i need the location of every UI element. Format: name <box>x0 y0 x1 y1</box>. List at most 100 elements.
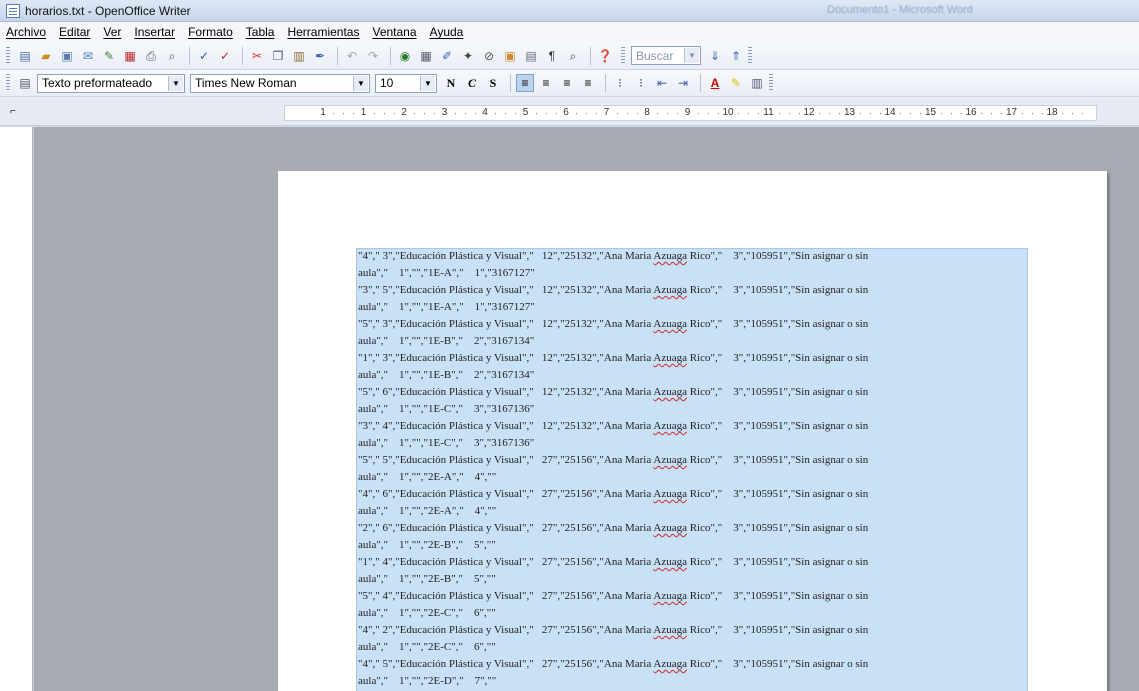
ruler-dot <box>778 113 780 114</box>
menu-tabla[interactable]: Tabla <box>246 25 275 39</box>
document-line: "4"," 6","Educación Plástica y Visual","… <box>358 489 868 500</box>
line-text: aula"," 1","","2E-A"," 4","" <box>358 505 497 517</box>
decrease-indent-icon[interactable]: ⇤ <box>653 74 671 92</box>
font-size-select[interactable]: 10 ▼ <box>375 73 437 93</box>
export-pdf-icon[interactable]: ▦ <box>121 47 139 65</box>
ruler-dot <box>535 113 537 114</box>
ruler-dot <box>991 113 993 114</box>
ruler-dot <box>555 113 557 114</box>
gallery-icon[interactable]: ▣ <box>501 47 519 65</box>
ruler-tick: 17 <box>1005 107 1018 118</box>
ruler-tick: 2 <box>401 107 407 118</box>
edit-file-icon[interactable]: ✎ <box>100 47 118 65</box>
toolbar-handle[interactable] <box>748 46 752 65</box>
line-text: aula"," 1","","1E-A"," 1","3167127" <box>358 267 535 279</box>
tab-stop-selector[interactable]: ⌐ <box>10 106 16 117</box>
zoom-icon[interactable]: ⌕ <box>564 47 582 65</box>
formatting-marks-icon[interactable]: ¶ <box>543 47 561 65</box>
bullets-icon[interactable]: ⁝ <box>632 74 650 92</box>
document-page[interactable]: "4"," 3","Educación Plástica y Visual","… <box>278 171 1107 691</box>
search-input[interactable]: Buscar ▼ <box>631 46 701 65</box>
data-sources-icon[interactable]: ▤ <box>522 47 540 65</box>
highlight-icon[interactable]: ✎ <box>727 74 745 92</box>
open-folder-icon[interactable]: ▰ <box>37 47 55 65</box>
misspelled-word: Azuaga <box>653 318 687 330</box>
ruler-dot <box>616 113 618 114</box>
document-line: "4"," 5","Educación Plástica y Visual","… <box>358 659 868 670</box>
print-icon[interactable]: ⎙ <box>142 47 160 65</box>
menu-archivo[interactable]: Archivo <box>6 25 46 39</box>
align-left-icon[interactable]: ≡ <box>516 74 534 92</box>
horizontal-ruler[interactable]: 1 1 2 3 4 5 6 7 8 9 10 11 12 13 14 15 16 17 18 <box>284 105 1097 121</box>
chevron-down-icon[interactable]: ▼ <box>353 75 368 91</box>
print-preview-icon[interactable]: ⌕ <box>163 47 181 65</box>
ruler-dot <box>717 113 719 114</box>
ruler-dot <box>920 113 922 114</box>
chevron-down-icon[interactable]: ▼ <box>420 75 435 91</box>
misspelled-word: Azuaga <box>653 590 687 602</box>
cut-icon[interactable]: ✂ <box>248 47 266 65</box>
menu-ventana[interactable]: Ventana <box>372 25 416 39</box>
hyperlink-icon[interactable]: ◉ <box>396 47 414 65</box>
underline-button[interactable]: S <box>484 74 502 92</box>
menu-herramientas[interactable]: Herramientas <box>287 25 359 39</box>
increase-indent-icon[interactable]: ⇥ <box>674 74 692 92</box>
undo-icon[interactable]: ↶ <box>343 47 361 65</box>
background-color-icon[interactable]: ▥ <box>748 74 766 92</box>
ruler-dot <box>586 113 588 114</box>
email-icon[interactable]: ✉ <box>79 47 97 65</box>
toolbar-handle[interactable] <box>769 74 773 92</box>
ruler-tick: 15 <box>924 107 937 118</box>
font-name-select[interactable]: Times New Roman ▼ <box>190 73 370 93</box>
paste-icon[interactable]: ▥ <box>290 47 308 65</box>
table-icon[interactable]: ▦ <box>417 47 435 65</box>
justify-icon[interactable]: ≡ <box>579 74 597 92</box>
new-document-icon[interactable]: ▤ <box>16 47 34 65</box>
chevron-down-icon[interactable]: ▼ <box>168 75 183 91</box>
find-next-icon[interactable]: ⇓ <box>706 47 724 65</box>
document-line: aula"," 1","","1E-A"," 1","3167127" <box>358 302 535 313</box>
numbering-icon[interactable]: ⁝ <box>611 74 629 92</box>
ruler-tick: 5 <box>522 107 529 118</box>
menu-editar[interactable]: Editar <box>59 25 90 39</box>
line-text: Rico"," 3","105951","Sin asignar o sin <box>686 488 869 500</box>
line-text: aula"," 1","","2E-B"," 5","" <box>358 573 496 585</box>
find-previous-icon[interactable]: ⇑ <box>727 47 745 65</box>
ruler-dot <box>505 113 507 114</box>
paragraph-style-select[interactable]: Texto preformateado ▼ <box>37 73 185 93</box>
help-icon[interactable]: ❓ <box>596 47 614 65</box>
align-right-icon[interactable]: ≡ <box>558 74 576 92</box>
ruler-dot <box>879 113 881 114</box>
navigator-icon[interactable]: ⊘ <box>480 47 498 65</box>
styles-formatting-icon[interactable]: ▤ <box>16 74 34 92</box>
italic-button[interactable]: C <box>463 74 481 92</box>
clone-formatting-icon[interactable]: ✒ <box>311 47 329 65</box>
chevron-down-icon[interactable]: ▼ <box>684 48 699 63</box>
save-icon[interactable]: ▣ <box>58 47 76 65</box>
show-draw-functions-icon[interactable]: ✐ <box>438 47 456 65</box>
find-replace-icon[interactable]: ✦ <box>459 47 477 65</box>
bold-button[interactable]: N <box>442 74 460 92</box>
toolbar-handle[interactable] <box>6 74 10 92</box>
toolbar-handle[interactable] <box>6 46 10 65</box>
ruler-dot <box>576 113 578 114</box>
ruler-dot <box>373 113 375 114</box>
toolbar-handle[interactable] <box>621 46 625 65</box>
document-icon <box>6 3 20 18</box>
menu-ver[interactable]: Ver <box>103 25 121 39</box>
font-color-icon[interactable]: A <box>706 74 724 92</box>
ruler-tick: 16 <box>965 107 977 118</box>
ruler-tick: 3 <box>441 107 448 118</box>
menu-formato[interactable]: Formato <box>188 25 233 39</box>
spellcheck-icon[interactable]: ✓ <box>195 47 213 65</box>
copy-icon[interactable]: ❐ <box>269 47 287 65</box>
ruler-dot <box>343 113 345 114</box>
autospellcheck-icon[interactable]: ✓ <box>216 47 234 65</box>
menu-ayuda[interactable]: Ayuda <box>430 25 464 39</box>
misspelled-word: Azuaga <box>653 522 687 534</box>
line-text: aula"," 1","","2E-B"," 5","" <box>358 539 496 551</box>
align-center-icon[interactable]: ≡ <box>537 74 555 92</box>
menu-insertar[interactable]: Insertar <box>134 25 175 39</box>
ruler-dot <box>434 113 436 114</box>
redo-icon[interactable]: ↷ <box>364 47 382 65</box>
